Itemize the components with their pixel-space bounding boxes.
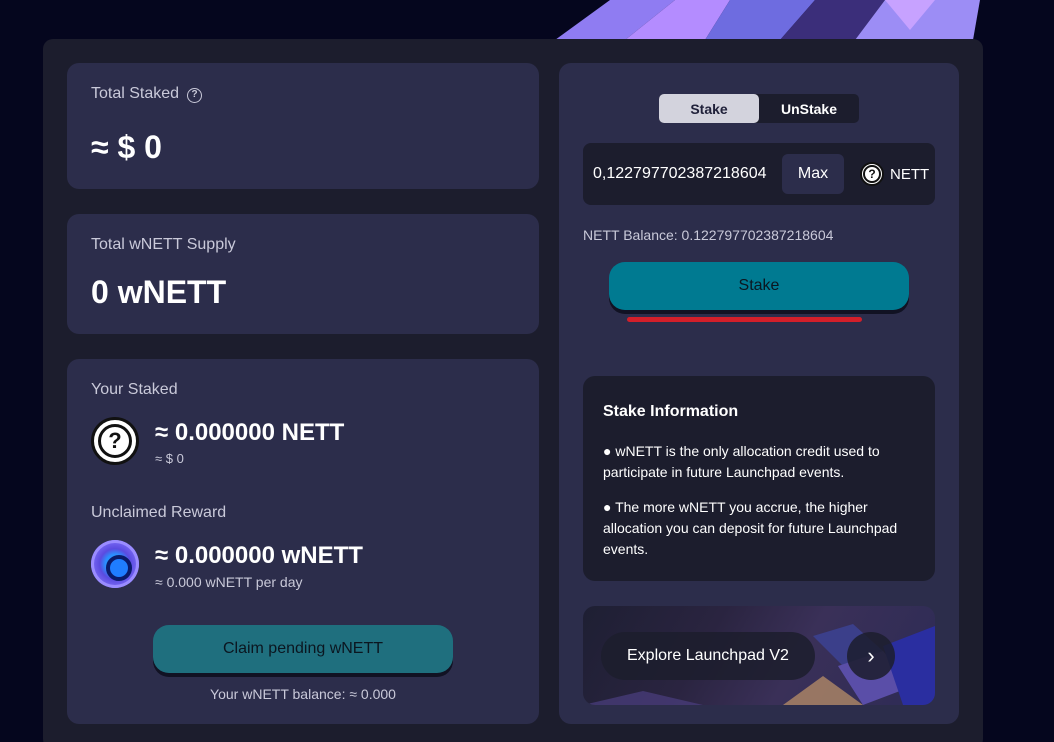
unclaimed-reward-rate: ≈ 0.000 wNETT per day bbox=[155, 574, 303, 590]
explore-launchpad-label: Explore Launchpad V2 bbox=[601, 632, 815, 680]
unclaimed-reward-label: Unclaimed Reward bbox=[91, 504, 227, 521]
token-selector: ? NETT bbox=[860, 161, 929, 187]
underline-accent bbox=[627, 317, 862, 322]
max-button[interactable]: Max bbox=[782, 154, 844, 194]
question-circle-icon[interactable]: ? bbox=[187, 88, 203, 103]
info-point: ● wNETT is the only allocation credit us… bbox=[603, 443, 880, 480]
total-supply-card: Total wNETT Supply 0 wNETT bbox=[67, 214, 539, 334]
claim-pending-button[interactable]: Claim pending wNETT bbox=[153, 625, 453, 673]
token-symbol: NETT bbox=[890, 165, 930, 183]
tab-stake[interactable]: Stake bbox=[659, 94, 759, 123]
info-point: ● The more wNETT you accrue, the higher … bbox=[603, 499, 898, 557]
total-supply-value: 0 wNETT bbox=[91, 274, 227, 310]
explore-launchpad-banner[interactable]: Explore Launchpad V2 › bbox=[583, 606, 935, 705]
total-staked-card: Total Staked? ≈ $ 0 bbox=[67, 63, 539, 189]
question-token-icon: ? bbox=[91, 417, 139, 465]
nett-balance-text: NETT Balance: 0.122797702387218604 bbox=[583, 227, 834, 243]
decorative-art bbox=[555, 0, 985, 40]
total-staked-label: Total Staked bbox=[91, 85, 180, 102]
wnett-token-icon bbox=[91, 540, 139, 588]
tab-unstake[interactable]: UnStake bbox=[759, 94, 859, 123]
your-staked-usd: ≈ $ 0 bbox=[155, 451, 184, 466]
stake-information-title: Stake Information bbox=[603, 403, 739, 420]
total-supply-label: Total wNETT Supply bbox=[91, 236, 236, 253]
total-staked-value: ≈ $ 0 bbox=[91, 129, 162, 165]
your-staked-amount: ≈ 0.000000 NETT bbox=[155, 419, 345, 446]
stake-button[interactable]: Stake bbox=[609, 262, 909, 310]
stake-amount-input[interactable] bbox=[593, 159, 781, 189]
question-token-icon: ? bbox=[860, 162, 884, 186]
stake-information-box: Stake Information ● wNETT is the only al… bbox=[583, 376, 935, 581]
wnett-balance-text: Your wNETT balance: ≈ 0.000 bbox=[210, 686, 396, 702]
amount-input-box: Max ? NETT bbox=[583, 143, 935, 205]
stake-toggle: Stake UnStake bbox=[659, 94, 859, 123]
unclaimed-reward-amount: ≈ 0.000000 wNETT bbox=[155, 542, 363, 569]
your-staked-label: Your Staked bbox=[91, 381, 178, 398]
chevron-right-icon[interactable]: › bbox=[847, 632, 895, 680]
